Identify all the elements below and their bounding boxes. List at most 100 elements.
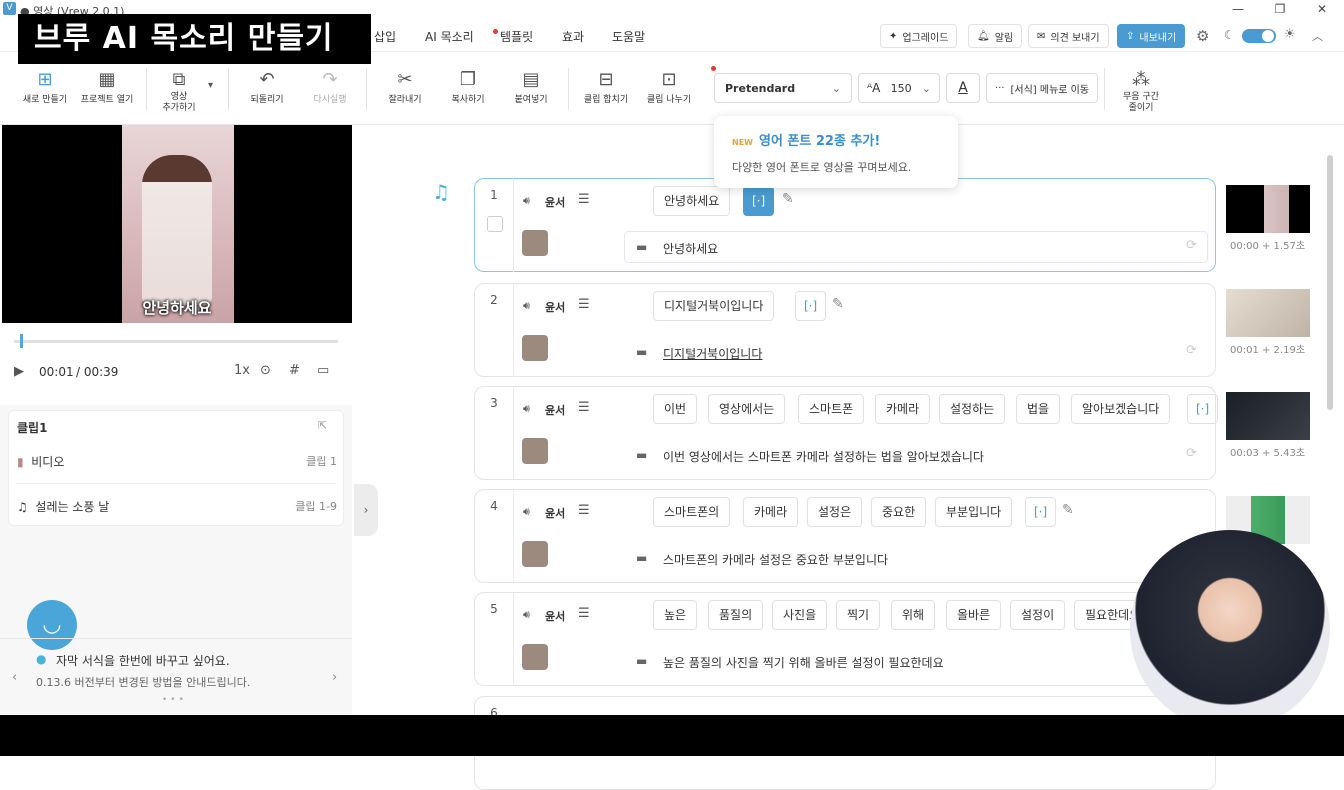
undo-button[interactable]: ↶ 되돌리기 — [232, 68, 302, 105]
word-chip[interactable]: 중요한 — [871, 497, 927, 527]
retry-icon[interactable]: ⟳ — [1186, 446, 1197, 461]
settings-sliders-icon[interactable]: ☰ — [578, 192, 590, 207]
paste-button[interactable]: ▤ 붙여넣기 — [496, 68, 566, 105]
menu-ai-voice[interactable]: AI 목소리 — [425, 28, 474, 45]
reduce-silence-button[interactable]: ⁂ 무음 구간 줄이기 — [1106, 68, 1176, 114]
word-chip[interactable]: 법을 — [1016, 394, 1061, 424]
word-chip[interactable]: 설정이 — [1010, 600, 1066, 630]
speaker-name[interactable]: 윤서 — [545, 402, 565, 418]
retry-icon[interactable]: ⟳ — [1186, 238, 1197, 253]
timeline-scrubber[interactable] — [14, 340, 338, 343]
bracket-button[interactable]: [·] — [1187, 394, 1219, 424]
menu-help[interactable]: 도움말 — [612, 28, 645, 45]
clip-music-row[interactable]: ♫ 설레는 소풍 날 클립 1-9 — [17, 498, 337, 515]
word-chip[interactable]: 사진을 — [772, 600, 828, 630]
word-chip[interactable]: 안녕하세요 — [653, 186, 731, 216]
clip-thumbnail[interactable] — [1226, 289, 1310, 337]
subtitle-text[interactable]: 높은 품질의 사진을 찍기 위해 올바른 설정이 필요한데요 — [663, 654, 944, 671]
open-project-button[interactable]: ▦ 프로젝트 열기 — [72, 68, 142, 105]
word-chip[interactable]: 품질의 — [708, 600, 764, 630]
menu-effects[interactable]: 효과 — [562, 28, 584, 45]
speaker-name[interactable]: 윤서 — [545, 299, 565, 315]
subtitle-text[interactable]: 스마트폰의 카메라 설정은 중요한 부분입니다 — [663, 551, 888, 568]
feedback-button[interactable]: ✉ 의견 보내기 — [1028, 24, 1109, 48]
word-chip[interactable]: 위해 — [891, 600, 936, 630]
bracket-button[interactable]: [·] — [743, 186, 775, 216]
clip-video-row[interactable]: ▮ 비디오 클립 1 — [17, 453, 337, 470]
word-chip[interactable]: 부분입니다 — [935, 497, 1013, 527]
word-chip[interactable]: 이번 — [653, 394, 698, 424]
settings-sliders-icon[interactable]: ☰ — [578, 503, 590, 518]
font-color-button[interactable]: A — [946, 73, 980, 103]
word-chip[interactable]: 영상에서는 — [708, 394, 786, 424]
add-video-dropdown-icon[interactable]: ▾ — [208, 80, 213, 91]
upgrade-button[interactable]: ✦ 업그레이드 — [880, 24, 958, 48]
word-chip[interactable]: 스마트폰의 — [653, 497, 731, 527]
scrollbar[interactable] — [1327, 155, 1333, 410]
bracket-button[interactable]: [·] — [795, 291, 827, 321]
screenshot-icon[interactable]: ⊙ — [260, 363, 271, 378]
pencil-edit-icon[interactable]: ✎ — [1062, 502, 1074, 518]
maximize-button[interactable]: ❐ — [1270, 2, 1290, 16]
chat-support-icon[interactable]: ◡ — [27, 600, 77, 650]
cut-button[interactable]: ✂ 잘라내기 — [370, 68, 440, 105]
settings-sliders-icon[interactable]: ☰ — [578, 297, 590, 312]
play-icon[interactable]: ▶ — [14, 364, 24, 379]
caption-icon[interactable]: ▭ — [317, 363, 329, 378]
settings-sliders-icon[interactable]: ☰ — [578, 606, 590, 621]
settings-gear-icon[interactable]: ⚙ — [1196, 27, 1209, 45]
word-chip[interactable]: 설정하는 — [939, 394, 1006, 424]
word-chip[interactable]: 카메라 — [743, 497, 799, 527]
word-chip[interactable]: 카메라 — [875, 394, 931, 424]
bracket-button[interactable]: [·] — [1025, 497, 1057, 527]
collapse-panel-button[interactable]: › — [354, 484, 378, 536]
open-external-icon[interactable]: ⇱ — [318, 419, 327, 432]
chevron-right-icon[interactable]: › — [332, 670, 337, 685]
speaker-name[interactable]: 윤서 — [545, 194, 565, 210]
playback-speed[interactable]: 1x — [234, 363, 250, 378]
split-clip-button[interactable]: ⊡ 클립 나누기 — [634, 68, 704, 105]
word-chip[interactable]: 알아보겠습니다 — [1071, 394, 1171, 424]
word-chip[interactable]: 디지털거북이입니다 — [653, 291, 775, 321]
tip-title[interactable]: 자막 서식을 한번에 바꾸고 싶어요. — [56, 652, 230, 669]
close-window-button[interactable]: ✕ — [1312, 2, 1332, 16]
row-checkbox[interactable] — [487, 216, 503, 232]
pencil-edit-icon[interactable]: ✎ — [782, 191, 794, 207]
word-chip[interactable]: 스마트폰 — [798, 394, 865, 424]
subtitle-text[interactable]: 이번 영상에서는 스마트폰 카메라 설정하는 법을 알아보겠습니다 — [663, 448, 984, 465]
word-chip[interactable]: 높은 — [653, 600, 698, 630]
music-note-icon[interactable]: ♫ — [432, 180, 450, 204]
minimize-button[interactable]: — — [1228, 2, 1248, 16]
speaker-name[interactable]: 윤서 — [545, 505, 565, 521]
scrubber-handle[interactable] — [20, 334, 23, 348]
word-chip[interactable]: 올바른 — [946, 600, 1002, 630]
theme-toggle[interactable] — [1242, 29, 1276, 43]
export-button[interactable]: ⇪ 내보내기 — [1117, 24, 1186, 48]
menu-insert[interactable]: 삽입 — [374, 28, 396, 45]
word-chip[interactable]: 설정은 — [807, 497, 863, 527]
word-chip[interactable]: 찍기 — [836, 600, 881, 630]
redo-button[interactable]: ↷ 다시실행 — [295, 68, 365, 105]
grid-icon[interactable]: # — [289, 363, 300, 378]
pencil-edit-icon[interactable]: ✎ — [832, 296, 844, 312]
font-select[interactable]: Pretendard ⌄ — [714, 73, 852, 103]
speaker-name[interactable]: 윤서 — [545, 608, 565, 624]
subtitle-text[interactable]: 안녕하세요 — [663, 240, 718, 257]
add-video-button[interactable]: ⧉ 영상 추가하기 — [144, 68, 214, 114]
clip-thumbnail[interactable] — [1226, 392, 1310, 440]
retry-icon[interactable]: ⟳ — [1186, 343, 1197, 358]
clip-thumbnail[interactable] — [1226, 185, 1310, 233]
alarm-button[interactable]: 🔔︎ 알림 — [968, 24, 1023, 48]
merge-clip-button[interactable]: ⊟ 클립 합치기 — [571, 68, 641, 105]
format-menu-button[interactable]: ··· [서식] 메뉴로 이동 — [986, 73, 1098, 103]
divider — [568, 68, 569, 110]
new-project-button[interactable]: ⊞ 새로 만들기 — [10, 68, 80, 105]
chevron-left-icon[interactable]: ‹ — [12, 670, 17, 685]
settings-sliders-icon[interactable]: ☰ — [578, 400, 590, 415]
font-size-select[interactable]: ᴬA 150 ⌄ — [858, 73, 940, 103]
video-preview[interactable]: 안녕하세요 — [2, 125, 352, 323]
subtitle-text[interactable]: 디지털거북이입니다 — [663, 345, 762, 362]
menu-template[interactable]: 템플릿 — [500, 28, 533, 45]
copy-button[interactable]: ❐ 복사하기 — [433, 68, 503, 105]
collapse-up-icon[interactable]: ︿ — [1312, 28, 1323, 44]
